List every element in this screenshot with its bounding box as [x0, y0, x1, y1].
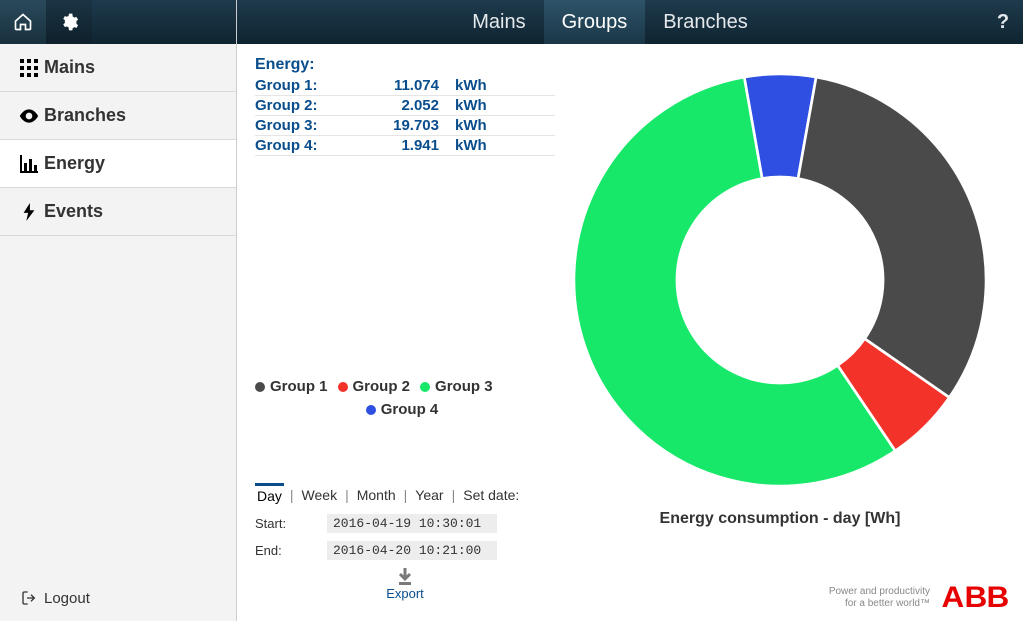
bolt-icon [14, 203, 44, 221]
legend-dot-icon [338, 382, 348, 392]
brand-footer: Power and productivity for a better worl… [829, 581, 1009, 615]
group-value: 2.052 [355, 96, 455, 116]
group-label: Group 3: [255, 116, 355, 136]
abb-logo: ABB [942, 581, 1009, 615]
brand-tagline: Power and productivity for a better worl… [829, 586, 930, 610]
donut-chart [556, 56, 1004, 504]
sidebar-top [0, 0, 236, 44]
chart-column: Energy consumption - day [Wh] [555, 56, 1005, 613]
table-row: Group 1: 11.074 kWh [255, 76, 555, 96]
group-label: Group 2: [255, 96, 355, 116]
bar-chart-icon [14, 155, 44, 173]
range-tab-day[interactable]: Day [255, 483, 284, 506]
range-tab-month[interactable]: Month [355, 485, 398, 505]
topbar-tabs: Mains Groups Branches [237, 0, 983, 44]
tab-branches[interactable]: Branches [645, 0, 766, 44]
logout-icon [14, 590, 44, 606]
sidebar-nav: Mains Branches Energy Events [0, 44, 236, 236]
home-icon [13, 12, 33, 32]
time-range-tabs: Day| Week| Month| Year| Set date: [255, 483, 555, 506]
group-label: Group 1: [255, 76, 355, 96]
home-button[interactable] [0, 0, 46, 44]
table-row: Group 3: 19.703 kWh [255, 116, 555, 136]
legend-item: Group 4 [366, 399, 439, 422]
sidebar-item-label: Branches [44, 105, 126, 126]
legend-dot-icon [255, 382, 265, 392]
sidebar-item-branches[interactable]: Branches [0, 92, 236, 140]
group-unit: kWh [455, 76, 555, 96]
sidebar-item-label: Mains [44, 57, 95, 78]
content: Energy: Group 1: 11.074 kWh Group 2: 2.0… [237, 44, 1023, 621]
range-tab-week[interactable]: Week [300, 485, 340, 505]
group-value: 1.941 [355, 136, 455, 156]
table-row: Group 2: 2.052 kWh [255, 96, 555, 116]
grid-icon [14, 59, 44, 77]
gear-icon [59, 12, 79, 32]
start-label: Start: [255, 516, 327, 531]
download-icon [397, 568, 413, 586]
left-column: Energy: Group 1: 11.074 kWh Group 2: 2.0… [255, 56, 555, 613]
group-value: 19.703 [355, 116, 455, 136]
legend-label: Group 2 [353, 376, 411, 399]
legend-dot-icon [366, 405, 376, 415]
energy-table: Group 1: 11.074 kWh Group 2: 2.052 kWh G… [255, 76, 555, 156]
group-unit: kWh [455, 116, 555, 136]
end-date-row: End: 2016-04-20 10:21:00 [255, 541, 555, 560]
sidebar-item-label: Energy [44, 153, 105, 174]
end-label: End: [255, 543, 327, 558]
legend-label: Group 3 [435, 376, 493, 399]
start-date-input[interactable]: 2016-04-19 10:30:01 [327, 514, 497, 533]
donut-slice [798, 77, 986, 397]
range-tab-setdate[interactable]: Set date: [461, 485, 521, 505]
range-tab-year[interactable]: Year [413, 485, 445, 505]
chart-title: Energy consumption - day [Wh] [660, 510, 901, 528]
sidebar-item-events[interactable]: Events [0, 188, 236, 236]
table-row: Group 4: 1.941 kWh [255, 136, 555, 156]
logout-button[interactable]: Logout [0, 575, 236, 621]
legend-dot-icon [420, 382, 430, 392]
help-button[interactable]: ? [983, 11, 1023, 34]
group-unit: kWh [455, 136, 555, 156]
energy-heading: Energy: [255, 56, 555, 74]
legend-label: Group 1 [270, 376, 328, 399]
export-button[interactable]: Export [255, 568, 555, 601]
eye-icon [14, 109, 44, 123]
settings-button[interactable] [46, 0, 92, 44]
logout-label: Logout [44, 590, 90, 607]
end-date-input[interactable]: 2016-04-20 10:21:00 [327, 541, 497, 560]
sidebar-item-label: Events [44, 201, 103, 222]
group-unit: kWh [455, 96, 555, 116]
group-label: Group 4: [255, 136, 355, 156]
topbar: Mains Groups Branches ? [237, 0, 1023, 44]
legend-item: Group 3 [420, 376, 493, 399]
sidebar: Mains Branches Energy Events [0, 0, 237, 621]
legend-item: Group 2 [338, 376, 411, 399]
legend-label: Group 4 [381, 399, 439, 422]
sidebar-spacer [0, 236, 236, 575]
start-date-row: Start: 2016-04-19 10:30:01 [255, 514, 555, 533]
group-value: 11.074 [355, 76, 455, 96]
legend-item: Group 1 [255, 376, 328, 399]
chart-legend: Group 1 Group 2 Group 3 Group 4 [255, 376, 555, 421]
tab-groups[interactable]: Groups [544, 0, 646, 44]
sidebar-item-mains[interactable]: Mains [0, 44, 236, 92]
export-label: Export [386, 586, 424, 601]
main: Mains Groups Branches ? Energy: Group 1:… [237, 0, 1023, 621]
sidebar-item-energy[interactable]: Energy [0, 140, 236, 188]
tab-mains[interactable]: Mains [454, 0, 543, 44]
